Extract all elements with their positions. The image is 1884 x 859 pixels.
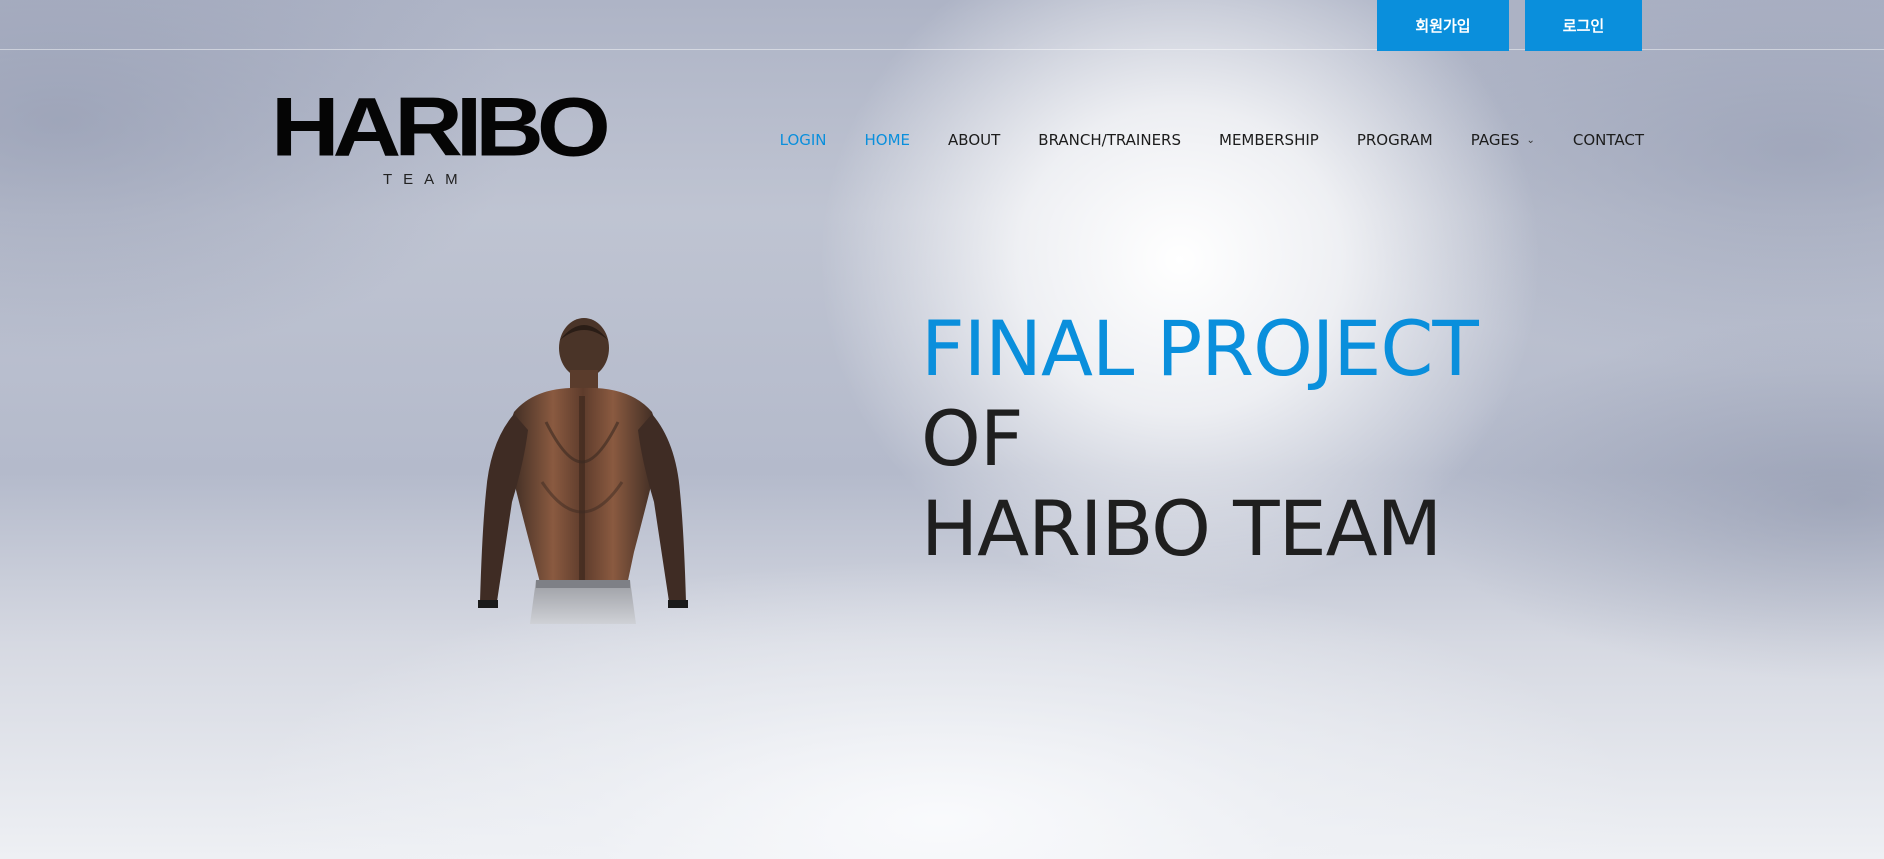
nav-item-pages-label: PAGES	[1470, 131, 1520, 149]
nav-item-membership[interactable]: MEMBERSHIP	[1219, 131, 1319, 149]
main-navigation: LOGIN HOME ABOUT BRANCH/TRAINERS MEMBERS…	[780, 128, 1644, 152]
hero-athlete-image	[466, 312, 698, 624]
nav-item-pages[interactable]: PAGES ⌄	[1471, 131, 1535, 149]
chevron-down-icon: ⌄	[1526, 134, 1535, 146]
nav-item-home[interactable]: HOME	[865, 131, 911, 149]
nav-item-contact[interactable]: CONTACT	[1573, 131, 1644, 149]
nav-item-branch-trainers[interactable]: BRANCH/TRAINERS	[1038, 131, 1181, 149]
nav-item-login[interactable]: LOGIN	[780, 131, 827, 149]
logo-subtitle: TEAM	[383, 171, 469, 188]
logo-wordmark: HARIBO	[271, 80, 611, 174]
top-utility-bar: 회원가입 로그인	[0, 0, 1884, 51]
hero-headline: FINAL PROJECT OF HARIBO TEAM	[921, 304, 1479, 574]
haribo-team-logo[interactable]: HARIBO TEAM	[271, 86, 611, 192]
nav-item-about[interactable]: ABOUT	[948, 131, 1000, 149]
hero-line-final-project: FINAL PROJECT	[921, 304, 1479, 393]
hero-line-of: OF	[921, 394, 1024, 483]
login-button[interactable]: 로그인	[1525, 0, 1642, 51]
nav-item-program[interactable]: PROGRAM	[1357, 131, 1433, 149]
signup-button[interactable]: 회원가입	[1377, 0, 1509, 51]
hero-line-haribo-team: HARIBO TEAM	[921, 484, 1442, 573]
